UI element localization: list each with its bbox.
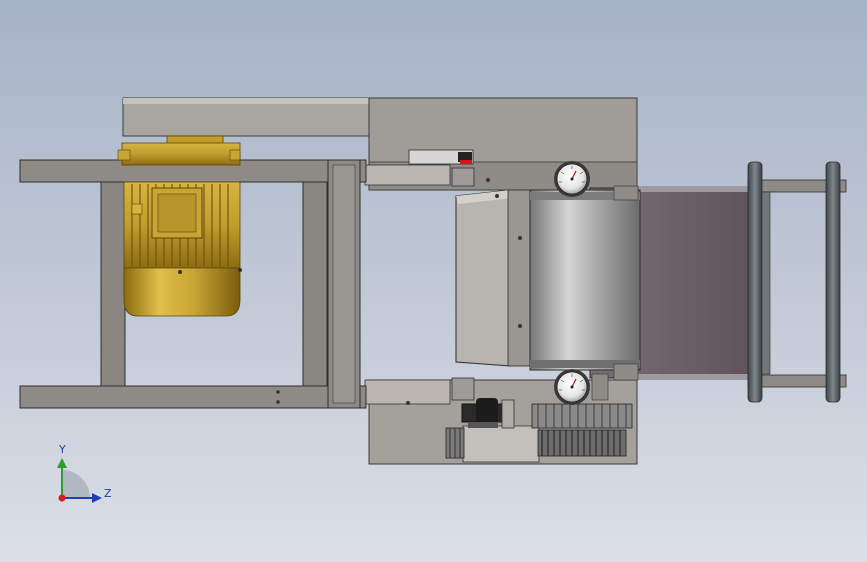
main-drum <box>529 185 641 381</box>
outfeed-roller-frame <box>747 161 847 403</box>
electric-motor <box>117 135 242 317</box>
y-axis-label: Y <box>59 443 66 456</box>
feed-guard <box>455 189 533 367</box>
coordinate-triad <box>57 458 102 503</box>
drive-gear-upper <box>531 403 633 429</box>
pressure-gauge-top <box>554 161 590 197</box>
gearbox-housing <box>364 97 638 191</box>
origin-marker <box>58 494 66 502</box>
gauge-bracket <box>591 373 609 401</box>
assembly-drawing <box>19 97 847 503</box>
drive-gear-lower <box>537 429 627 457</box>
pressure-gauge-bottom <box>554 369 590 405</box>
pinion-gear <box>445 427 465 459</box>
cad-viewport[interactable]: Y Z <box>0 0 867 562</box>
top-housing-bar <box>122 97 370 137</box>
z-axis-label: Z <box>104 487 112 500</box>
